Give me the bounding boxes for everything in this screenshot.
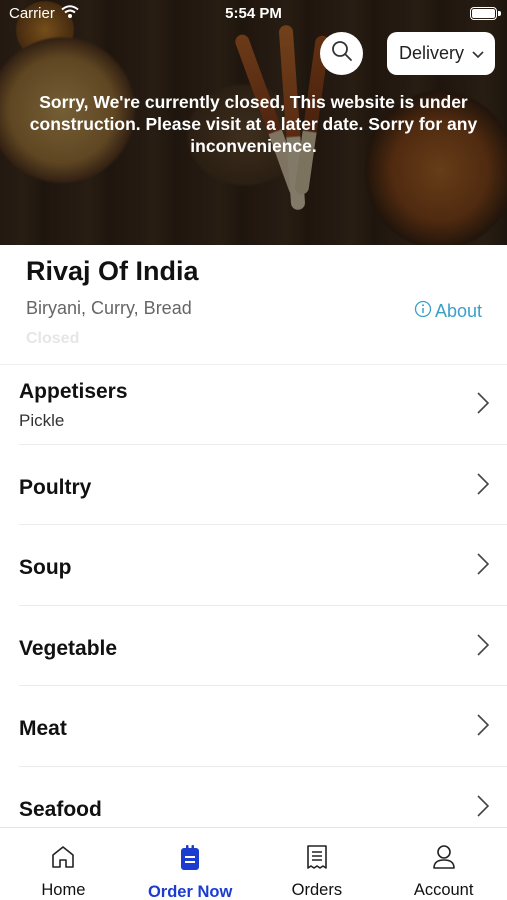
open-status: Closed [26,330,80,347]
about-label: About [434,301,482,321]
battery-tip [498,11,501,16]
order-now-icon [179,844,201,877]
category-title: Poultry [19,475,92,499]
clock: 5:54 PM [225,5,282,22]
category-subtitle: Pickle [19,411,65,430]
category-vegetable[interactable]: Vegetable [19,606,507,686]
restaurant-name: Rivaj Of India [26,256,199,286]
tab-label: Order Now [147,883,233,900]
category-title: Meat [19,717,67,740]
search-icon [331,40,353,67]
info-icon [414,300,432,323]
restaurant-cuisines: Biryani, Curry, Bread [26,298,192,318]
home-icon [50,844,76,875]
tab-home[interactable]: Home [0,828,127,900]
chevron-right-icon [477,633,490,661]
category-soup[interactable]: Soup [19,525,507,606]
category-appetisers[interactable]: Appetisers Pickle [19,364,507,445]
category-list: Appetisers Pickle Poultry Soup Vegetable… [0,364,507,847]
status-bar: Carrier 5:54 PM [0,0,507,28]
chevron-right-icon [477,794,490,822]
chevron-right-icon [477,714,490,741]
orders-icon [305,844,329,875]
closed-notice: Sorry, We're currently closed, This webs… [29,92,478,156]
tab-order-now[interactable]: Order Now [127,828,254,900]
chevron-down-icon [472,43,484,64]
category-poultry[interactable]: Poultry [19,445,507,525]
tab-label: Orders [291,881,343,899]
category-title: Seafood [19,797,102,821]
category-title: Appetisers [19,380,128,403]
delivery-mode-label: Delivery [399,43,465,63]
tab-orders[interactable]: Orders [254,828,381,900]
chevron-right-icon [477,392,490,419]
category-meat[interactable]: Meat [19,686,507,767]
search-button[interactable] [320,32,363,75]
category-title: Vegetable [19,636,118,660]
chevron-right-icon [477,472,490,500]
chevron-right-icon [477,553,490,580]
about-link[interactable]: About [414,300,482,323]
tab-label: Account [413,881,474,899]
delivery-mode-dropdown[interactable]: Delivery [387,32,495,75]
hero-banner: Carrier 5:54 PM Delivery Sorry, We're cu… [0,0,507,245]
category-title: Soup [19,556,72,579]
tab-label: Home [41,881,86,899]
bottom-tab-bar: Home Order Now Orders Account [0,827,507,900]
tab-account[interactable]: Account [380,828,507,900]
account-icon [432,844,456,875]
battery-icon [470,7,497,20]
